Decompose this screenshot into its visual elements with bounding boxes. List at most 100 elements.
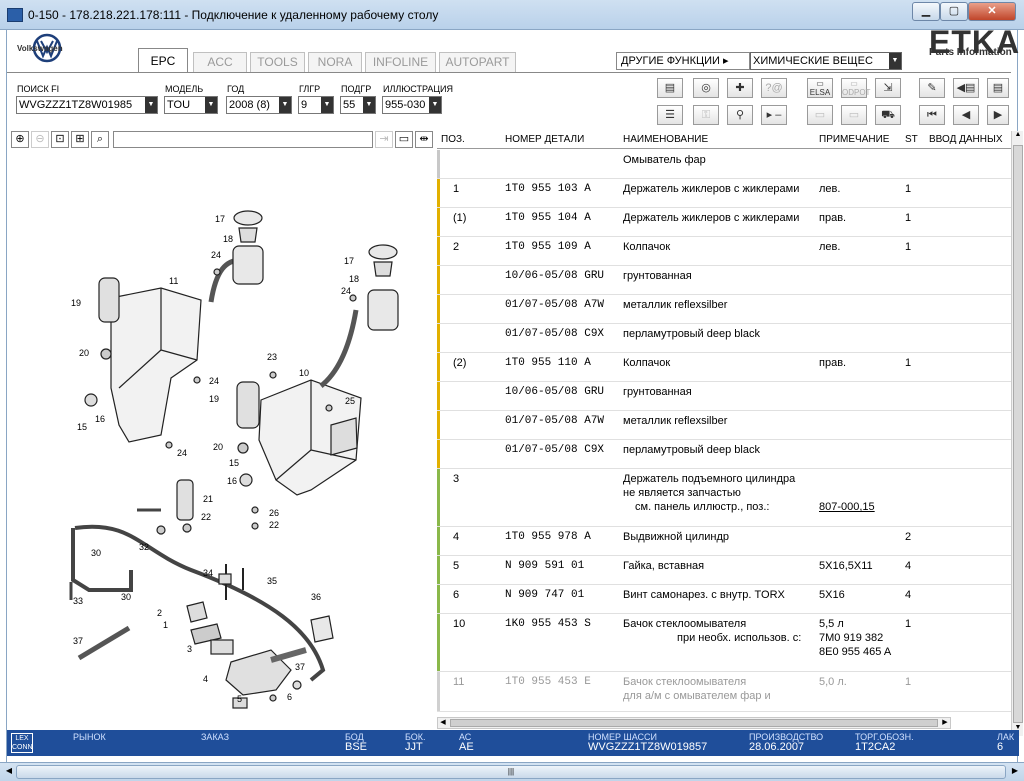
window-scroll-thumb[interactable]: ||| [16, 765, 1006, 779]
callout-33[interactable]: 33 [73, 596, 83, 606]
callout-17b[interactable]: 17 [344, 256, 354, 266]
callout-20[interactable]: 20 [79, 348, 89, 358]
tools-icon[interactable]: ✚ [727, 78, 753, 98]
zoom-out-icon[interactable]: ⊖ [31, 131, 49, 148]
table-row[interactable]: 01/07-05/08 A7W металлик reflexsilber [437, 411, 1011, 440]
vertical-scroll-thumb[interactable] [1013, 145, 1023, 723]
magnifier-icon[interactable]: ⌕ [91, 131, 109, 148]
chemicals-select[interactable]: ХИМИЧЕСКИЕ ВЕЩЕС ▼ [750, 52, 902, 70]
illustration-select[interactable]: 955-030 ▼ [382, 96, 442, 114]
callout-18[interactable]: 18 [223, 234, 233, 244]
disabled-doc-icon[interactable]: ▭ [807, 105, 833, 125]
split-view-icon[interactable]: ⇹ [415, 131, 433, 148]
main-group-select[interactable]: 9 ▼ [298, 96, 334, 114]
tab-infoline[interactable]: INFOLINE [365, 52, 436, 72]
table-row[interactable]: 10/06-05/08 GRU грунтованная [437, 266, 1011, 295]
close-button[interactable]: ✕ [968, 2, 1016, 21]
col-note[interactable]: ПРИМЕЧАНИЕ [819, 134, 889, 145]
callout-5[interactable]: 5 [237, 694, 242, 704]
disabled-doc2-icon[interactable]: ▭ [841, 105, 867, 125]
table-row[interactable]: (2) 1T0 955 110 A Колпачок прав. 1 [437, 353, 1011, 382]
callout-10[interactable]: 10 [299, 368, 309, 378]
table-row[interactable]: 10/06-05/08 GRU грунтованная [437, 382, 1011, 411]
other-functions-button[interactable]: ДРУГИЕ ФУНКЦИИ ▸ [616, 52, 750, 70]
table-vertical-scrollbar[interactable]: ▲ ▼ [1011, 131, 1023, 736]
callout-15[interactable]: 15 [77, 422, 87, 432]
print-icon[interactable]: ▤ [657, 78, 683, 98]
callout-25[interactable]: 25 [345, 396, 355, 406]
callout-22[interactable]: 22 [201, 512, 211, 522]
next-page-icon[interactable]: ▶ [987, 105, 1009, 125]
callout-21[interactable]: 21 [203, 494, 213, 504]
table-horizontal-scrollbar[interactable]: ◀ ▶ [437, 717, 951, 729]
bike-icon[interactable]: ⚲ [727, 105, 753, 125]
year-select[interactable]: 2008 (8) ▼ [226, 96, 292, 114]
tab-autopart[interactable]: AUTOPART [439, 52, 516, 72]
table-row[interactable]: 10 1K0 955 453 S Бачок стеклоомывателя при … [437, 614, 1011, 672]
cart-icon[interactable]: ⛟ [875, 105, 901, 125]
sub-group-select[interactable]: 55 ▼ [340, 96, 376, 114]
cd-icon[interactable]: ◎ [693, 78, 719, 98]
key-icon[interactable]: ⚿ [693, 105, 719, 125]
elsa-button[interactable]: ▭ ELSA [807, 78, 833, 98]
window-icon[interactable]: ▭ [395, 131, 413, 148]
callout-30b[interactable]: 30 [121, 592, 131, 602]
callout-16[interactable]: 16 [95, 414, 105, 424]
callout-16b[interactable]: 16 [227, 476, 237, 486]
callout-11[interactable]: 11 [169, 276, 178, 286]
tab-tools[interactable]: TOOLS [250, 52, 305, 72]
diagram-search-input[interactable] [113, 131, 373, 148]
callout-24d[interactable]: 24 [341, 286, 351, 296]
minimize-button[interactable]: ▁ [912, 2, 940, 21]
scroll-left-icon[interactable]: ◀ [438, 718, 448, 728]
zoom-in-icon[interactable]: ⊕ [11, 131, 29, 148]
window-scroll-right-icon[interactable]: ▶ [1009, 766, 1021, 778]
callout-15b[interactable]: 15 [229, 458, 239, 468]
prev-page-icon[interactable]: ◀ [953, 105, 979, 125]
callout-19b[interactable]: 19 [209, 394, 219, 404]
callout-2[interactable]: 2 [157, 608, 162, 618]
table-row[interactable]: 4 1T0 955 978 A Выдвижной цилиндр 2 [437, 527, 1011, 556]
callout-18b[interactable]: 18 [349, 274, 359, 284]
col-name[interactable]: НАИМЕНОВАНИЕ [623, 134, 708, 145]
callout-24[interactable]: 24 [211, 250, 221, 260]
list-icon[interactable]: ☰ [657, 105, 683, 125]
table-row[interactable]: 11 1T0 955 453 E Бачок стеклоомывателя для … [437, 672, 1011, 712]
callout-30[interactable]: 30 [91, 548, 101, 558]
col-st[interactable]: ST [905, 134, 918, 145]
col-part-number[interactable]: НОМЕР ДЕТАЛИ [505, 134, 584, 145]
first-page-icon[interactable]: ⏮ [919, 105, 945, 125]
scroll-thumb[interactable] [450, 719, 938, 727]
model-select[interactable]: TOU ▼ [164, 96, 218, 114]
callout-24c[interactable]: 24 [177, 448, 187, 458]
callout-3[interactable]: 3 [187, 644, 192, 654]
callout-36[interactable]: 36 [311, 592, 321, 602]
table-row[interactable]: 01/07-05/08 A7W металлик reflexsilber [437, 295, 1011, 324]
callout-24b[interactable]: 24 [209, 376, 219, 386]
callout-26[interactable]: 26 [269, 508, 279, 518]
zoom-fit-icon[interactable]: ⊡ [51, 131, 69, 148]
maximize-button[interactable]: ▢ [940, 2, 968, 21]
cart-add-icon[interactable]: ⇲ [875, 78, 901, 98]
scroll-right-icon[interactable]: ▶ [940, 718, 950, 728]
col-pos[interactable]: ПОЗ. [441, 134, 465, 145]
window-horizontal-scrollbar[interactable]: ◀ ||| ▶ [0, 762, 1024, 781]
callout-37[interactable]: 37 [73, 636, 83, 646]
col-input[interactable]: ВВОД ДАННЫХ [929, 134, 1003, 145]
tab-nora[interactable]: NORA [308, 52, 362, 72]
table-row[interactable]: 01/07-05/08 C9X перламутровый deep black [437, 324, 1011, 353]
zoom-area-icon[interactable]: ⊞ [71, 131, 89, 148]
parts-diagram[interactable]: 17 18 24 11 19 20 24 16 15 24 23 10 25 1… [11, 150, 433, 728]
export-icon[interactable]: ⇥ [375, 131, 393, 148]
odpot-button[interactable]: ▭ ODPOT [841, 78, 870, 98]
callout-23[interactable]: 23 [267, 352, 277, 362]
prev-section-icon[interactable]: ◀▤ [953, 78, 979, 98]
scroll-up-icon[interactable]: ▲ [1013, 131, 1023, 143]
callout-37b[interactable]: 37 [295, 662, 305, 672]
tab-epc[interactable]: EPC [138, 48, 188, 73]
table-row[interactable]: Омыватель фар [437, 150, 1011, 179]
callout-34[interactable]: 34 [203, 568, 213, 578]
cell-note-line3[interactable]: 807-000,15 [819, 501, 875, 513]
table-row[interactable]: 2 1T0 955 109 A Колпачок лев. 1 [437, 237, 1011, 266]
next-section-icon[interactable]: ▤ [987, 78, 1009, 98]
